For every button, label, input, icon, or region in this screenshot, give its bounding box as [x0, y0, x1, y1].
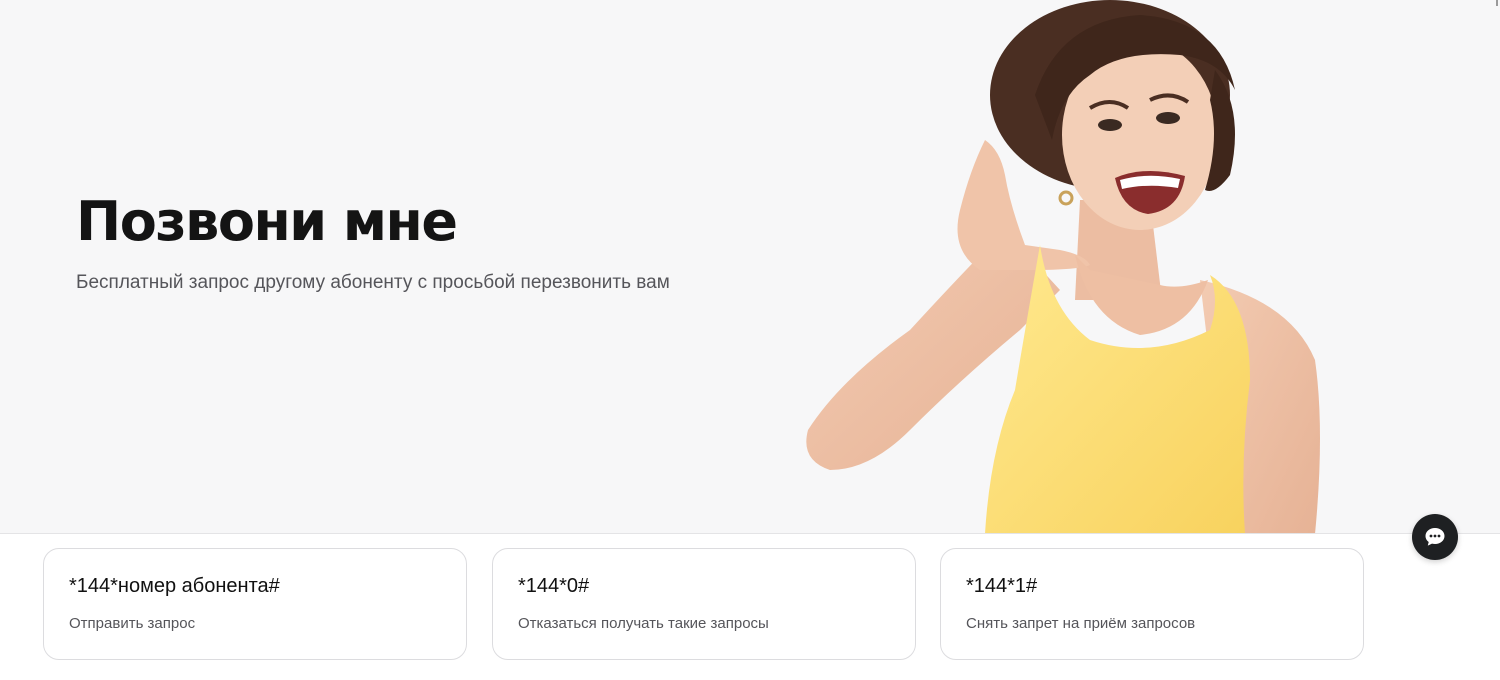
chat-button[interactable] [1412, 514, 1458, 560]
chat-bubble-icon [1425, 528, 1445, 546]
page-title: Позвони мне [76, 190, 458, 253]
ussd-commands-list: *144*номер абонента# Отправить запрос *1… [43, 548, 1365, 660]
command-card-send-request[interactable]: *144*номер абонента# Отправить запрос [43, 548, 467, 660]
scrollbar-thumb[interactable] [1496, 0, 1498, 6]
command-code: *144*0# [518, 575, 590, 597]
command-description: Отказаться получать такие запросы [518, 615, 769, 632]
command-card-refuse-requests[interactable]: *144*0# Отказаться получать такие запрос… [492, 548, 916, 660]
woman-phone-gesture-photo [806, 0, 1320, 533]
command-card-remove-ban[interactable]: *144*1# Снять запрет на приём запросов [940, 548, 1364, 660]
command-description: Снять запрет на приём запросов [966, 615, 1196, 632]
command-code: *144*1# [966, 575, 1038, 597]
hero-banner: Позвони мне Бесплатный запрос другому аб… [0, 0, 1500, 534]
command-code: *144*номер абонента# [69, 575, 280, 597]
page: Позвони мне Бесплатный запрос другому аб… [0, 0, 1500, 680]
command-description: Отправить запрос [69, 615, 196, 632]
page-subtitle: Бесплатный запрос другому абоненту с про… [76, 272, 670, 293]
